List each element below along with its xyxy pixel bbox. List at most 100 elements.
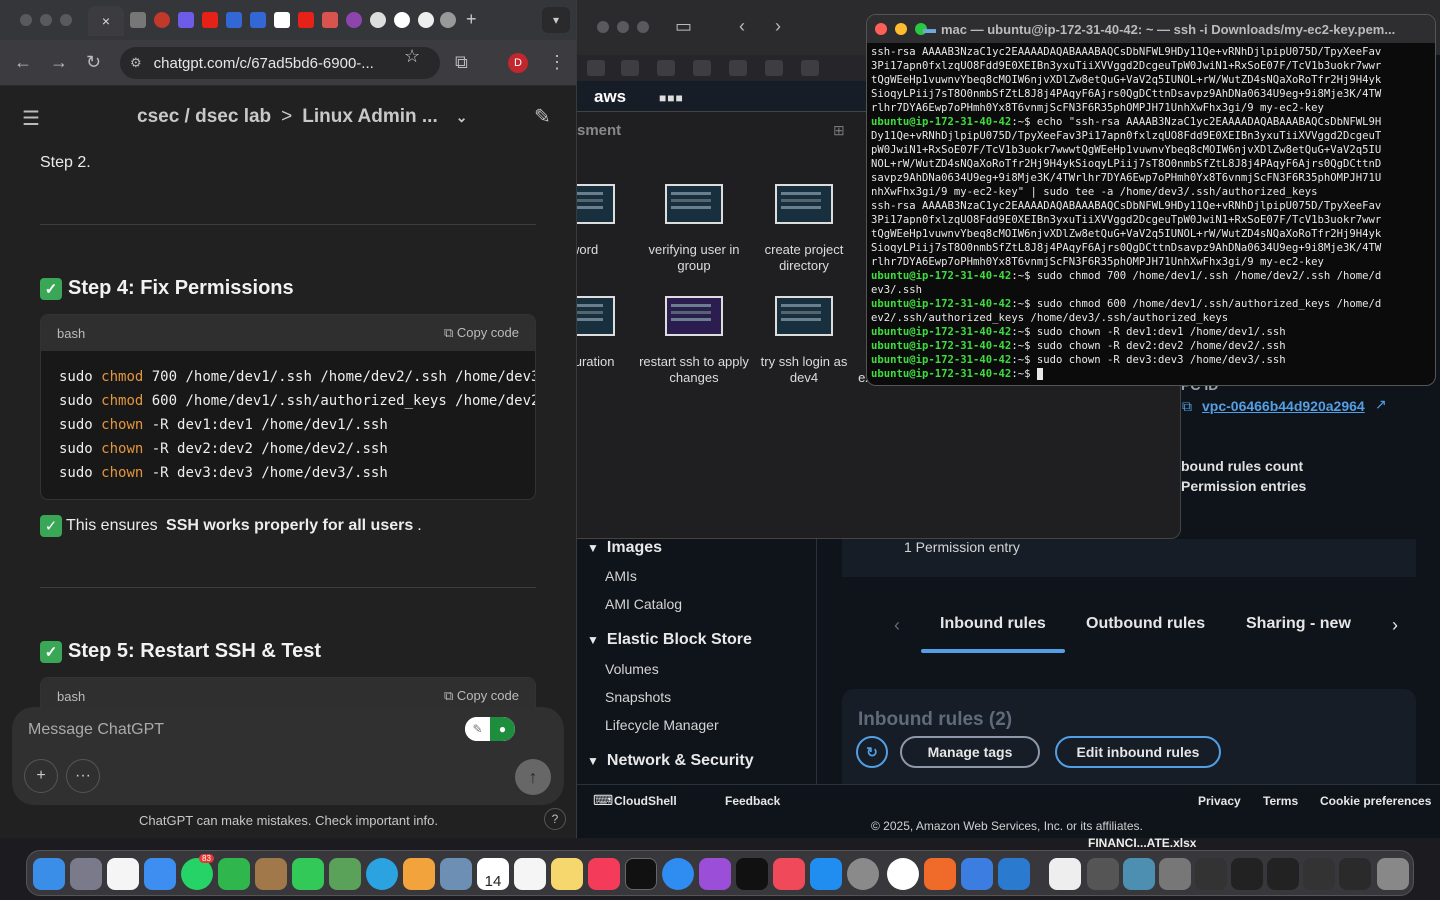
breadcrumb[interactable]: csec / dsec lab > Linux Admin ... ⌄ [137, 106, 467, 128]
cloudshell-icon[interactable]: ⌨ [593, 792, 613, 809]
more-options-button[interactable]: ··· [66, 759, 100, 793]
facetime-icon[interactable] [218, 858, 250, 890]
window-zoom-control[interactable] [637, 21, 649, 33]
xcode-icon[interactable] [961, 858, 993, 890]
privacy-link[interactable]: Privacy [1198, 794, 1241, 808]
document-icon[interactable] [1049, 858, 1081, 890]
tab-sharing-new[interactable]: Sharing - new [1246, 615, 1351, 633]
podcasts-icon[interactable] [699, 858, 731, 890]
back-arrow-icon[interactable]: ← [14, 52, 32, 73]
edit-inbound-rules-button[interactable]: Edit inbound rules [1055, 736, 1221, 768]
chatgpt-tab-icon[interactable] [440, 12, 456, 28]
forward-arrow-icon[interactable]: → [50, 52, 68, 73]
tabs-scroll-right-icon[interactable]: › [1392, 615, 1398, 636]
window-close-control[interactable] [20, 14, 32, 26]
help-button[interactable]: ? [544, 808, 566, 830]
forward-arrow-icon[interactable]: › [775, 16, 781, 37]
attach-button[interactable]: + [24, 759, 58, 793]
stickies-icon[interactable] [551, 858, 583, 890]
cookie-preferences-link[interactable]: Cookie preferences [1320, 794, 1431, 808]
tab-favicon[interactable] [130, 12, 146, 28]
safari-icon[interactable] [662, 858, 694, 890]
contacts-icon[interactable] [255, 858, 287, 890]
recent-file-icon[interactable] [1303, 858, 1335, 890]
site-settings-icon[interactable]: ⚙ [130, 55, 142, 71]
profile-avatar[interactable]: D [508, 53, 528, 73]
terminal-output[interactable]: ssh-rsa AAAAB3NzaC1yc2EAAAADAQABAAABAQCs… [867, 43, 1435, 383]
favorite-icon[interactable] [587, 60, 605, 76]
sidebar-toggle-icon[interactable]: ☰ [22, 106, 40, 131]
new-tab-button[interactable]: + [466, 9, 477, 30]
recent-file-icon[interactable] [1123, 858, 1155, 890]
vscode-icon[interactable] [998, 858, 1030, 890]
tab-favicon[interactable] [418, 12, 434, 28]
messages-icon[interactable] [292, 858, 324, 890]
breadcrumb-project[interactable]: csec / dsec lab [137, 106, 271, 128]
screenshot-thumbnail[interactable] [775, 296, 833, 336]
tab-search-button[interactable]: ▾ [542, 7, 570, 33]
tab-inbound-rules[interactable]: Inbound rules [940, 615, 1046, 633]
code-content[interactable]: sudo chmod 700 /home/dev1/.ssh /home/dev… [41, 351, 535, 499]
terminal-app-icon[interactable] [625, 858, 657, 890]
favorite-icon[interactable] [729, 60, 747, 76]
favorite-icon[interactable] [801, 60, 819, 76]
minimize-icon[interactable] [895, 23, 907, 35]
active-tab[interactable]: × [88, 6, 124, 36]
github-tab-icon[interactable] [370, 12, 386, 28]
favorite-icon[interactable] [765, 60, 783, 76]
screenshot-thumbnail[interactable] [577, 184, 615, 224]
preview-icon[interactable] [440, 858, 472, 890]
notion-tab-icon[interactable] [274, 12, 290, 28]
recent-file-icon[interactable] [1267, 858, 1299, 890]
system-settings-icon[interactable] [847, 858, 879, 890]
photos-icon[interactable] [403, 858, 435, 890]
app-store-icon[interactable] [810, 858, 842, 890]
close-icon[interactable] [875, 23, 887, 35]
extensions-icon[interactable]: ⧉ [455, 52, 468, 73]
back-arrow-icon[interactable]: ‹ [739, 16, 745, 37]
copy-icon[interactable]: ⧉ [1182, 398, 1192, 415]
sublime-icon[interactable] [924, 858, 956, 890]
sidebar-section-ebs[interactable]: ▼ Elastic Block Store [587, 631, 752, 649]
terms-link[interactable]: Terms [1263, 794, 1298, 808]
sidebar-item-volumes[interactable]: Volumes [605, 661, 659, 677]
feedback-link[interactable]: Feedback [725, 794, 780, 808]
chrome-icon[interactable] [887, 858, 919, 890]
sidebar-icon[interactable]: ▭ [675, 16, 692, 37]
recent-file-icon[interactable] [1339, 858, 1371, 890]
sidebar-section-network-security[interactable]: ▼ Network & Security [587, 752, 754, 770]
docs-tab-icon[interactable] [226, 12, 242, 28]
extension-toggle[interactable]: ✎ ● [465, 717, 515, 741]
aws-logo[interactable]: aws [594, 87, 626, 107]
notes-icon[interactable] [107, 858, 139, 890]
youtube-tab-icon[interactable] [298, 12, 314, 28]
maps-icon[interactable] [329, 858, 361, 890]
vpc-id-link[interactable]: vpc-06466b44d920a2964 [1202, 398, 1365, 414]
telegram-icon[interactable] [366, 858, 398, 890]
sidebar-item-lifecycle-manager[interactable]: Lifecycle Manager [605, 717, 719, 733]
tab-favicon[interactable] [178, 12, 194, 28]
google-tab-icon[interactable] [394, 12, 410, 28]
window-zoom-control[interactable] [60, 14, 72, 26]
calendar-icon[interactable]: 14 [477, 858, 509, 890]
news-icon[interactable] [773, 858, 805, 890]
address-bar[interactable]: ⚙ chatgpt.com/c/67ad5bd6-6900-... [120, 47, 440, 79]
youtube-tab-icon[interactable] [202, 12, 218, 28]
tab-close-icon[interactable]: × [102, 13, 110, 29]
mail-icon[interactable] [144, 858, 176, 890]
chrome-menu-icon[interactable]: ⋮ [548, 52, 566, 73]
cloudshell-link[interactable]: CloudShell [614, 794, 677, 808]
screenshot-thumbnail[interactable] [665, 184, 723, 224]
tab-favicon[interactable] [322, 12, 338, 28]
reminders-icon[interactable] [514, 858, 546, 890]
apple-tv-icon[interactable] [736, 858, 768, 890]
sidebar-item-amis[interactable]: AMIs [605, 568, 637, 584]
new-chat-icon[interactable]: ✎ [534, 104, 551, 129]
tabs-scroll-left-icon[interactable]: ‹ [894, 615, 900, 636]
window-close-control[interactable] [597, 21, 609, 33]
message-input[interactable]: Message ChatGPT [28, 721, 164, 739]
trash-icon[interactable] [1377, 858, 1409, 890]
sidebar-item-ami-catalog[interactable]: AMI Catalog [605, 596, 682, 612]
tab-outbound-rules[interactable]: Outbound rules [1086, 615, 1205, 633]
recent-file-icon[interactable] [1159, 858, 1191, 890]
